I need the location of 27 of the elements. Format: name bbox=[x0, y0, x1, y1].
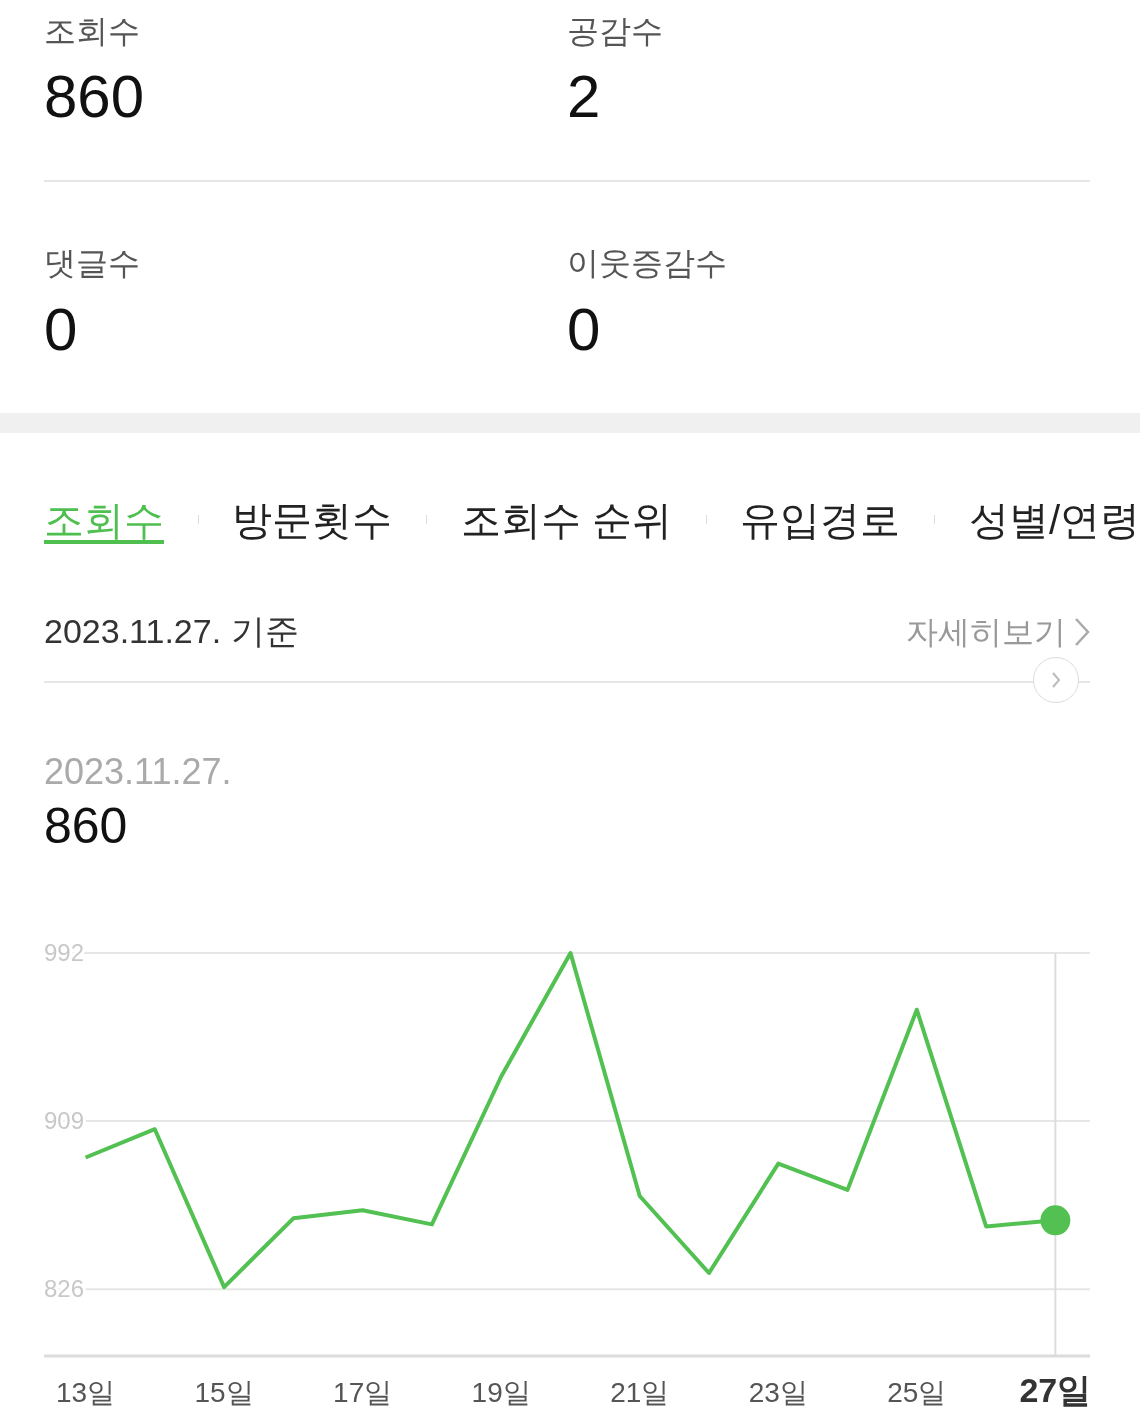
stat-value: 0 bbox=[44, 296, 79, 363]
selected-point-marker bbox=[1040, 1205, 1071, 1236]
selected-value: 860 bbox=[44, 798, 129, 854]
stat-label: 댓글수 bbox=[44, 244, 141, 283]
x-axis-label: 13일 bbox=[56, 1377, 116, 1408]
tab[interactable]: 유입경로 bbox=[740, 489, 901, 550]
x-axis-label: 15일 bbox=[194, 1377, 254, 1408]
tab[interactable]: 조회수 순위 bbox=[460, 489, 672, 550]
stat-value: 860 bbox=[44, 64, 146, 131]
scroll-right-button[interactable] bbox=[1033, 656, 1079, 703]
chevron-right-icon bbox=[1074, 616, 1090, 647]
stat-value: 2 bbox=[567, 64, 602, 131]
tab[interactable]: 방문횟수 bbox=[232, 489, 393, 550]
tab[interactable]: 성별/연령 bbox=[968, 489, 1140, 550]
basis-date: 2023.11.27. 기준 bbox=[44, 611, 299, 653]
selected-date: 2023.11.27. bbox=[44, 749, 233, 794]
x-axis-label: 21일 bbox=[610, 1377, 670, 1408]
stat-label: 이웃증감수 bbox=[567, 244, 728, 283]
x-axis-label: 19일 bbox=[471, 1377, 531, 1408]
x-axis-label: 27일 bbox=[1019, 1371, 1092, 1409]
stat-label: 공감수 bbox=[567, 12, 664, 51]
stat-value: 0 bbox=[567, 296, 602, 363]
chevron-right-icon bbox=[1051, 670, 1061, 689]
x-axis-label: 23일 bbox=[748, 1377, 808, 1408]
x-axis-label: 17일 bbox=[333, 1377, 393, 1408]
x-axis-label: 25일 bbox=[887, 1377, 947, 1408]
stat-label: 조회수 bbox=[44, 12, 141, 51]
